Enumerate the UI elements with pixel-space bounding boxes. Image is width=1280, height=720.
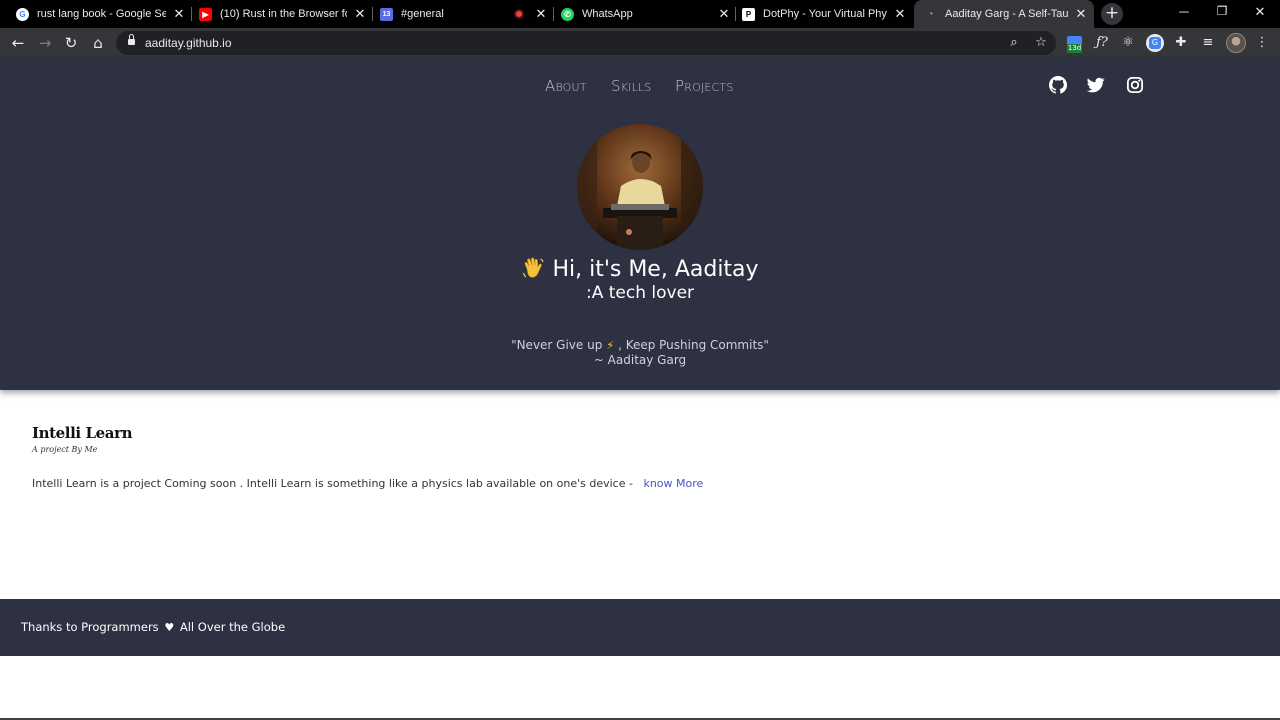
motto-quote: "Never Give up ⚡, Keep Pushing Commits" ~… [0, 338, 1280, 368]
google-icon: G [16, 7, 29, 21]
calendar-badge: 13d [1067, 44, 1082, 53]
project-card: Intelli Learn A project By Me Intelli Le… [32, 424, 1232, 490]
menu-kebab-icon[interactable]: ⋮ [1253, 34, 1271, 52]
footer: Thanks to Programmers ♥ All Over the Glo… [0, 599, 1280, 656]
translate-extension-icon[interactable]: G [1146, 34, 1164, 52]
greeting-heading: Hi, it's Me, Aaditay [0, 256, 1280, 282]
tab-title: DotPhy - Your Virtual Physics [763, 8, 887, 20]
tab-title: (10) Rust in the Browser for J [220, 8, 347, 20]
tab-separator [735, 7, 736, 21]
whatsapp-icon: ✆ [561, 7, 574, 21]
tab-google-search[interactable]: G rust lang book - Google Sear ✕ [16, 0, 186, 28]
minimize-icon[interactable]: ─ [1174, 4, 1194, 19]
tab-recording[interactable]: ✕ [514, 0, 548, 28]
profile-photo [577, 124, 703, 250]
tab-whatsapp[interactable]: ✆ WhatsApp ✕ [561, 0, 731, 28]
heart-icon: ♥ [164, 621, 175, 634]
address-bar[interactable]: aaditay.github.io ⌕ ☆ [116, 31, 1056, 55]
tab-separator [553, 7, 554, 21]
tab-separator [372, 7, 373, 21]
know-more-link[interactable]: know More [643, 477, 703, 490]
web-page: About Skills Projects Hi, it's Me, Aadit… [0, 58, 1280, 720]
waving-hand-icon [521, 256, 545, 280]
extensions-puzzle-icon[interactable]: ✚ [1172, 34, 1190, 52]
greeting-text: Hi, it's Me, Aaditay [552, 257, 759, 282]
new-tab-button[interactable]: + [1101, 3, 1123, 25]
reload-icon[interactable]: ↻ [62, 34, 80, 52]
youtube-icon: ▶ [199, 7, 212, 21]
hero-section: About Skills Projects Hi, it's Me, Aadit… [0, 58, 1280, 390]
lightning-icon: ⚡ [606, 339, 615, 352]
back-arrow-icon[interactable]: ← [9, 34, 27, 52]
tab-aaditay-active[interactable]: ◔ Aaditay Garg - A Self-Taught ✕ [914, 0, 1094, 28]
chat-app-icon: 13 [380, 7, 393, 21]
tagline: :A tech lover [585, 283, 695, 303]
reading-list-icon[interactable]: ≡ [1199, 34, 1217, 52]
close-tab-icon[interactable]: ✕ [893, 6, 907, 22]
tab-dotphy[interactable]: P DotPhy - Your Virtual Physics ✕ [742, 0, 907, 28]
bookmark-star-icon[interactable]: ☆ [1032, 34, 1050, 52]
home-icon[interactable]: ⌂ [89, 34, 107, 52]
react-devtools-icon[interactable]: ⚛ [1119, 34, 1137, 52]
formula-extension-icon[interactable]: ƒ? [1093, 34, 1111, 52]
project-title: Intelli Learn [32, 424, 133, 442]
tab-title: Aaditay Garg - A Self-Taught [945, 8, 1068, 20]
close-tab-icon[interactable]: ✕ [353, 6, 367, 22]
tab-general[interactable]: 13 #general [380, 0, 500, 28]
footer-text: Thanks to Programmers ♥ All Over the Glo… [21, 620, 285, 634]
close-tab-icon[interactable]: ✕ [717, 6, 731, 22]
tab-separator [191, 7, 192, 21]
tab-title: rust lang book - Google Sear [37, 8, 166, 20]
instagram-icon[interactable] [1126, 76, 1144, 94]
twitter-icon[interactable] [1087, 76, 1105, 94]
quote-text-end: , Keep Pushing Commits" [618, 338, 769, 352]
project-description-text: Intelli Learn is a project Coming soon .… [32, 477, 633, 490]
nav-skills-link[interactable]: Skills [611, 77, 651, 95]
close-tab-icon[interactable]: ✕ [1074, 6, 1088, 22]
footer-text-end: All Over the Globe [179, 620, 286, 634]
restore-icon[interactable]: ❐ [1212, 4, 1232, 18]
project-subtitle: A project By Me [32, 445, 98, 454]
dotphy-icon: P [742, 7, 755, 21]
quote-text-start: "Never Give up [511, 338, 603, 352]
browser-toolbar: ← → ↻ ⌂ aaditay.github.io ⌕ ☆ [0, 28, 1280, 58]
url-text[interactable]: aaditay.github.io [145, 36, 232, 50]
footer-text-start: Thanks to Programmers [21, 620, 159, 634]
quote-author: ~ Aaditay Garg [593, 353, 687, 367]
window-close-icon[interactable]: ✕ [1250, 4, 1270, 20]
github-icon[interactable] [1049, 76, 1067, 94]
nav-about-link[interactable]: About [545, 77, 587, 95]
close-tab-icon[interactable]: ✕ [534, 6, 548, 22]
zoom-icon[interactable]: ⌕ [1005, 34, 1023, 52]
profile-avatar[interactable] [1226, 33, 1246, 53]
tab-youtube[interactable]: ▶ (10) Rust in the Browser for J ✕ [199, 0, 367, 28]
nav-projects-link[interactable]: Projects [675, 77, 734, 95]
lock-icon [128, 34, 135, 46]
loading-icon: ◔ [927, 8, 934, 20]
forward-arrow-icon[interactable]: → [36, 34, 54, 52]
project-description: Intelli Learn is a project Coming soon .… [32, 477, 1232, 490]
close-tab-icon[interactable]: ✕ [172, 6, 186, 22]
tab-title: WhatsApp [582, 8, 633, 20]
calendar-extension-icon[interactable]: 13d [1067, 36, 1082, 54]
tab-strip: G rust lang book - Google Sear ✕ ▶ (10) … [0, 0, 1280, 28]
recording-icon [514, 9, 524, 19]
tab-title: #general [401, 8, 444, 20]
